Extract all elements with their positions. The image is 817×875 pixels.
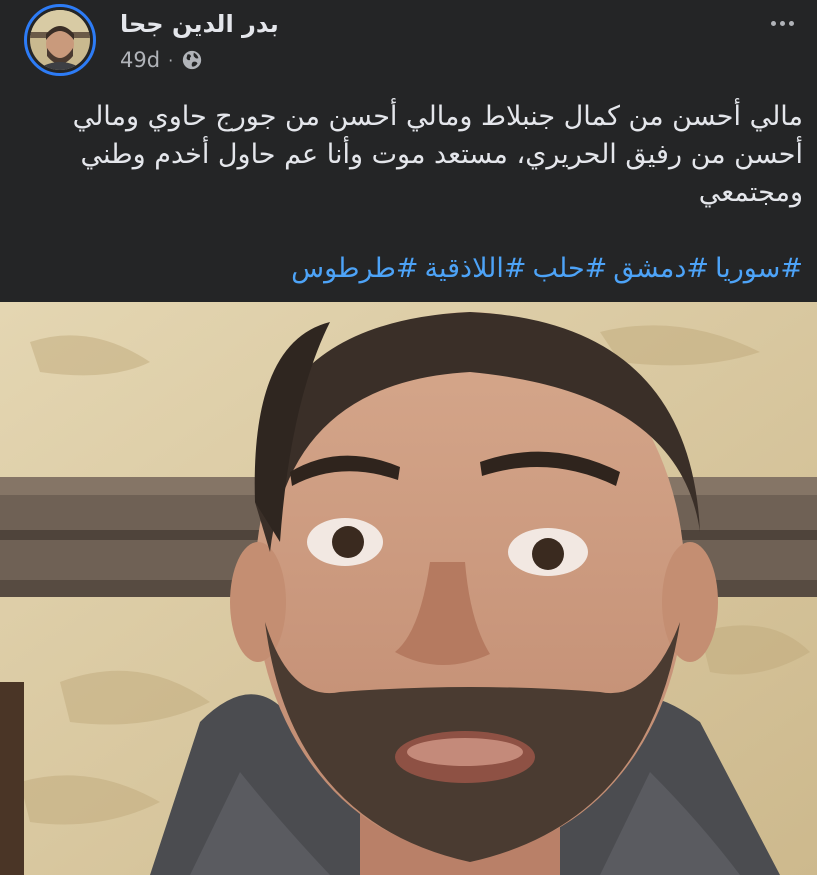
facebook-post: بدر الدين جحا 49d · مالي أحسن من كمال جن… (0, 0, 817, 875)
globe-icon (182, 50, 202, 70)
avatar-photo (30, 10, 90, 70)
hashtag-link[interactable]: #طرطوس (291, 253, 418, 284)
author-avatar[interactable] (24, 4, 96, 76)
meta-separator: · (168, 50, 174, 70)
post-photo[interactable] (0, 302, 817, 875)
author-name[interactable]: بدر الدين جحا (120, 10, 279, 38)
hashtag-link[interactable]: #سوريا (715, 253, 803, 284)
hashtag-link[interactable]: #دمشق (613, 253, 709, 284)
post-meta: 49d · (120, 48, 203, 72)
more-dot (779, 20, 785, 26)
post-time[interactable]: 49d (120, 48, 160, 72)
photo-illustration (0, 302, 817, 875)
more-options-icon[interactable] (762, 8, 802, 38)
post-text: مالي أحسن من كمال جنبلاط ومالي أحسن من ج… (72, 101, 803, 208)
hashtag-link[interactable]: #اللاذقية (425, 253, 527, 284)
more-dot (788, 20, 794, 26)
hashtag-link[interactable]: #حلب (533, 253, 608, 284)
more-dot (770, 20, 776, 26)
post-header: بدر الدين جحا 49d · (0, 0, 817, 96)
hashtag-list: #سوريا#دمشق#حلب#اللاذقية#طرطوس (23, 250, 803, 288)
